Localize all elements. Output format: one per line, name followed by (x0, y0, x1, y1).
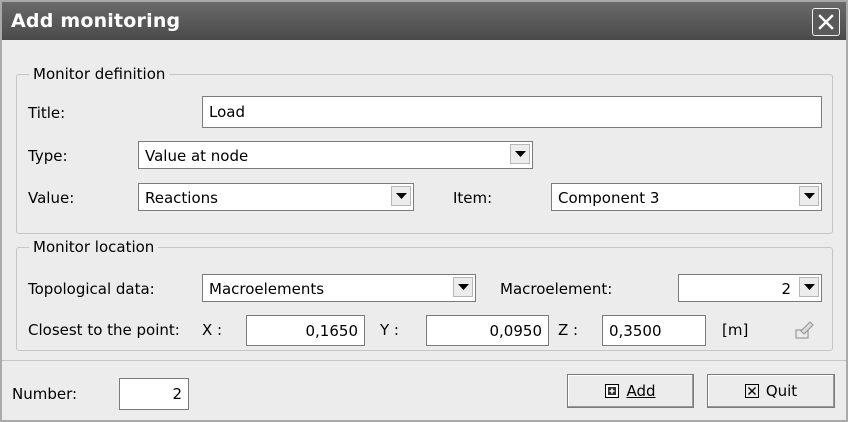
add-button[interactable]: Add (567, 374, 694, 408)
item-label: Item: (453, 189, 493, 207)
z-label: Z : (558, 321, 579, 339)
value-label: Value: (28, 189, 75, 207)
close-button[interactable] (812, 8, 840, 36)
type-label: Type: (28, 147, 68, 165)
quit-button[interactable]: Quit (707, 374, 835, 408)
y-label: Y : (380, 321, 399, 339)
macroelement-value: 2 (781, 280, 791, 298)
macroelement-label: Macroelement: (500, 280, 613, 298)
pick-point-button[interactable] (788, 317, 818, 343)
x-label: X : (202, 321, 223, 339)
item-select-value: Component 3 (558, 189, 660, 207)
topological-dropdown-button[interactable] (453, 277, 473, 297)
title-bar[interactable]: Add monitoring (2, 2, 846, 40)
chevron-down-icon (804, 193, 815, 199)
title-label: Title: (28, 104, 66, 122)
pick-point-icon (795, 321, 814, 339)
macroelement-dropdown-button[interactable] (799, 277, 819, 297)
chevron-down-icon (515, 151, 526, 157)
number-label: Number: (12, 385, 78, 403)
monitor-location-legend: Monitor location (29, 239, 159, 256)
item-dropdown-button[interactable] (799, 186, 819, 206)
chevron-down-icon (396, 193, 407, 199)
y-input[interactable]: 0,0950 (426, 315, 549, 346)
type-dropdown-button[interactable] (510, 144, 530, 164)
value-select[interactable]: Reactions (138, 183, 414, 211)
chevron-down-icon (458, 284, 469, 290)
topological-data-select[interactable]: Macroelements (202, 274, 476, 302)
quit-button-label: Quit (765, 382, 798, 400)
add-monitoring-dialog: Add monitoring Monitor definition Title:… (0, 0, 848, 422)
window-title: Add monitoring (11, 10, 181, 32)
item-select[interactable]: Component 3 (551, 183, 822, 211)
closest-point-label: Closest to the point: (28, 321, 180, 339)
x-input[interactable]: 0,1650 (246, 315, 365, 346)
title-input[interactable]: Load (202, 96, 822, 128)
z-input[interactable]: 0,3500 (602, 315, 706, 346)
number-input[interactable]: 2 (119, 378, 189, 410)
monitor-definition-legend: Monitor definition (29, 66, 170, 83)
quit-icon (744, 384, 759, 398)
value-dropdown-button[interactable] (391, 186, 411, 206)
add-button-label: Add (626, 382, 656, 400)
add-icon (605, 384, 620, 398)
chevron-down-icon (804, 284, 815, 290)
close-icon (818, 14, 834, 30)
footer-separator (2, 360, 846, 361)
type-select[interactable]: Value at node (138, 141, 533, 169)
macroelement-select[interactable]: 2 (678, 274, 822, 302)
type-select-value: Value at node (145, 147, 249, 165)
topological-data-value: Macroelements (209, 280, 325, 298)
topological-data-label: Topological data: (28, 280, 155, 298)
unit-label: [m] (722, 321, 749, 339)
value-select-value: Reactions (145, 189, 218, 207)
